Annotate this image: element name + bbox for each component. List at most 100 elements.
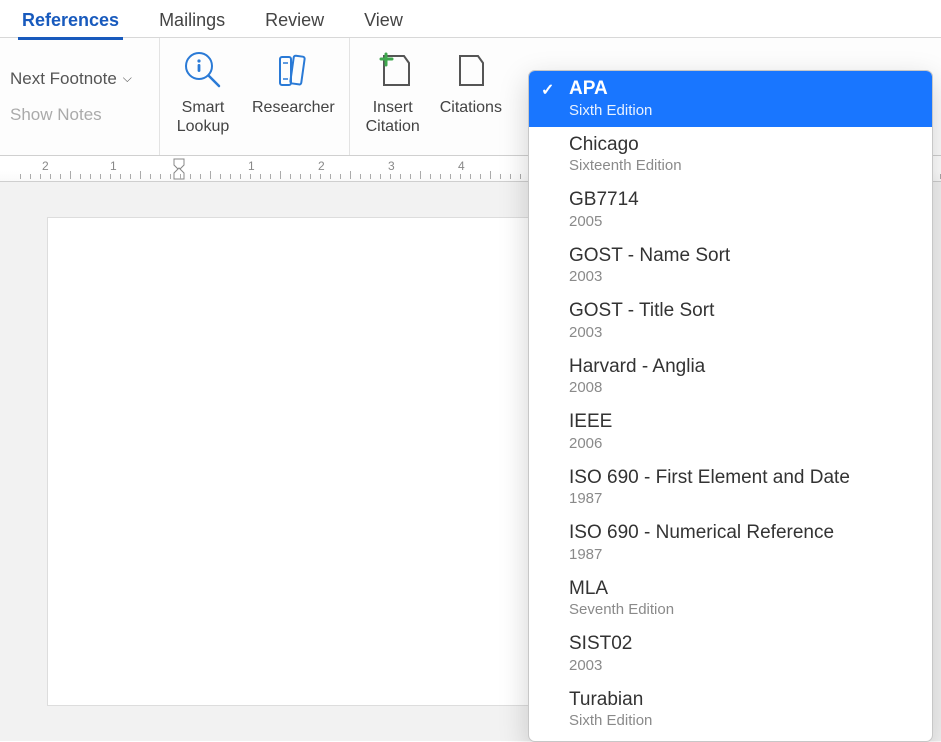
tab-review[interactable]: Review bbox=[263, 6, 326, 39]
ruler-tick bbox=[150, 174, 151, 179]
citation-style-option[interactable]: GOST - Name Sort2003 bbox=[529, 238, 932, 294]
tab-mailings[interactable]: Mailings bbox=[157, 6, 227, 39]
citation-style-name: Chicago bbox=[569, 133, 918, 157]
ruler-tick bbox=[380, 174, 381, 179]
ruler-tick bbox=[390, 174, 391, 179]
ruler-tick bbox=[410, 174, 411, 179]
smart-lookup-button[interactable]: Smart Lookup bbox=[174, 46, 232, 136]
ruler-tick bbox=[250, 174, 251, 179]
ruler-tick bbox=[100, 174, 101, 179]
citation-style-option[interactable]: TurabianSixth Edition bbox=[529, 682, 932, 738]
citation-style-name: GOST - Title Sort bbox=[569, 299, 918, 323]
ribbon-group-footnotes: Next Footnote ⌵ Show Notes bbox=[0, 38, 160, 155]
ribbon-group-citations: Insert Citation Citations bbox=[350, 38, 516, 155]
citation-style-subtitle: Sixth Edition bbox=[569, 102, 918, 121]
citation-style-option[interactable]: ISO 690 - First Element and Date1987 bbox=[529, 460, 932, 516]
insert-citation-icon bbox=[372, 46, 414, 94]
tab-view[interactable]: View bbox=[362, 6, 405, 39]
ruler-number: 1 bbox=[248, 159, 255, 173]
ruler-tick bbox=[500, 174, 501, 179]
ruler-tick bbox=[400, 174, 401, 179]
citation-style-name: Turabian bbox=[569, 688, 918, 712]
citation-style-subtitle: 2008 bbox=[569, 379, 918, 398]
ruler-tick bbox=[130, 174, 131, 179]
ruler-number: 2 bbox=[318, 159, 325, 173]
citation-style-subtitle: 2003 bbox=[569, 324, 918, 343]
citation-style-option[interactable]: ChicagoSixteenth Edition bbox=[529, 127, 932, 183]
citation-style-subtitle: Sixth Edition bbox=[569, 712, 918, 731]
ruler-tick bbox=[470, 174, 471, 179]
ruler-tick bbox=[70, 171, 71, 179]
citation-style-option[interactable]: Harvard - Anglia2008 bbox=[529, 349, 932, 405]
ruler-tick bbox=[50, 174, 51, 179]
ruler-tick bbox=[480, 174, 481, 179]
ruler-tick bbox=[350, 171, 351, 179]
citation-style-option[interactable]: IEEE2006 bbox=[529, 404, 932, 460]
ruler-tick bbox=[330, 174, 331, 179]
researcher-button[interactable]: Researcher bbox=[252, 46, 335, 117]
insert-citation-label: Insert Citation bbox=[366, 98, 420, 136]
citation-style-option[interactable]: MLASeventh Edition bbox=[529, 571, 932, 627]
citation-style-name: GB7714 bbox=[569, 188, 918, 212]
ruler-tick bbox=[120, 174, 121, 179]
ruler-tick bbox=[450, 174, 451, 179]
ribbon-group-research: Smart Lookup Researcher bbox=[160, 38, 350, 155]
citation-style-name: SIST02 bbox=[569, 632, 918, 656]
ruler-tick bbox=[180, 174, 181, 179]
show-notes-label: Show Notes bbox=[10, 105, 102, 125]
ruler-tick bbox=[230, 174, 231, 179]
ruler-tick bbox=[20, 174, 21, 179]
citations-button[interactable]: Citations bbox=[440, 46, 502, 117]
citation-style-subtitle: 2003 bbox=[569, 657, 918, 676]
ruler-tick bbox=[170, 174, 171, 179]
next-footnote-label: Next Footnote bbox=[10, 69, 117, 89]
citation-style-option[interactable]: ISO 690 - Numerical Reference1987 bbox=[529, 515, 932, 571]
ruler-tick bbox=[510, 174, 511, 179]
ruler-number: 4 bbox=[458, 159, 465, 173]
tab-references[interactable]: References bbox=[20, 6, 121, 39]
ruler-tick bbox=[220, 174, 221, 179]
insert-citation-button[interactable]: Insert Citation bbox=[364, 46, 422, 136]
ruler-tick bbox=[190, 174, 191, 179]
next-footnote-button[interactable]: Next Footnote ⌵ bbox=[10, 69, 145, 89]
ruler-tick bbox=[30, 174, 31, 179]
ruler-tick bbox=[290, 174, 291, 179]
ruler-tick bbox=[200, 174, 201, 179]
ruler-tick bbox=[110, 174, 111, 179]
citation-style-option[interactable]: SIST022003 bbox=[529, 626, 932, 682]
ruler-tick bbox=[370, 174, 371, 179]
citation-style-option[interactable]: GOST - Title Sort2003 bbox=[529, 293, 932, 349]
citation-style-name: MLA bbox=[569, 577, 918, 601]
ruler-tick bbox=[270, 174, 271, 179]
ruler-tick bbox=[420, 171, 421, 179]
citation-style-subtitle: Sixteenth Edition bbox=[569, 157, 918, 176]
ruler-tick bbox=[520, 174, 521, 179]
researcher-label: Researcher bbox=[252, 98, 335, 117]
ruler-tick bbox=[300, 174, 301, 179]
ruler-tick bbox=[340, 174, 341, 179]
ruler-tick bbox=[260, 174, 261, 179]
ribbon-tabs: References Mailings Review View bbox=[0, 0, 941, 38]
citation-style-name: APA bbox=[569, 77, 918, 101]
citation-style-subtitle: 1987 bbox=[569, 546, 918, 565]
citation-style-name: IEEE bbox=[569, 410, 918, 434]
ruler-tick bbox=[140, 171, 141, 179]
ruler-tick bbox=[210, 171, 211, 179]
ruler-number: 3 bbox=[388, 159, 395, 173]
citation-style-dropdown: ✓APASixth EditionChicagoSixteenth Editio… bbox=[528, 70, 933, 742]
citations-label: Citations bbox=[440, 98, 502, 117]
ruler-tick bbox=[360, 174, 361, 179]
citation-style-option[interactable]: ✓ APASixth Edition bbox=[529, 71, 932, 127]
citation-style-name: ISO 690 - First Element and Date bbox=[569, 466, 918, 490]
ruler-tick bbox=[240, 174, 241, 179]
check-icon: ✓ bbox=[541, 81, 554, 101]
citations-icon bbox=[454, 46, 488, 94]
citation-style-subtitle: 2006 bbox=[569, 435, 918, 454]
citation-style-name: ISO 690 - Numerical Reference bbox=[569, 521, 918, 545]
citation-style-option[interactable]: GB77142005 bbox=[529, 182, 932, 238]
citation-style-subtitle: 2005 bbox=[569, 213, 918, 232]
left-margin-marker-icon[interactable] bbox=[173, 156, 185, 182]
smart-lookup-label: Smart Lookup bbox=[177, 98, 230, 136]
citation-style-name: Harvard - Anglia bbox=[569, 355, 918, 379]
show-notes-button[interactable]: Show Notes bbox=[10, 105, 145, 125]
